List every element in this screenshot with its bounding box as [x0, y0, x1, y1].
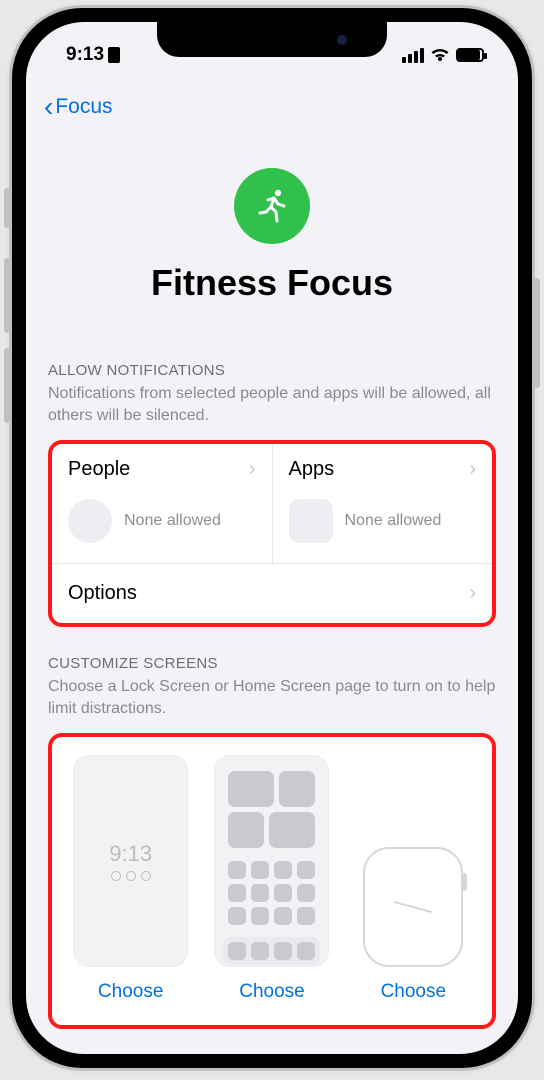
- lock-screen-thumbnail[interactable]: 9:13: [73, 755, 188, 967]
- watch-column: Choose: [347, 755, 480, 1003]
- people-label: People: [68, 458, 130, 481]
- lock-screen-column: 9:13 Choose: [64, 755, 197, 1003]
- cellular-signal-icon: [402, 48, 424, 63]
- people-cell[interactable]: People › None allowed: [52, 444, 273, 563]
- volume-down-button: [4, 348, 10, 423]
- fitness-icon: [234, 168, 310, 244]
- battery-icon: [456, 48, 484, 62]
- section-header-notifications: ALLOW NOTIFICATIONS: [48, 362, 496, 379]
- hero: Fitness Focus: [26, 123, 518, 334]
- lock-time-preview: 9:13: [109, 841, 152, 867]
- phone-frame: 9:13 ‹ Focus Fitness Focus ALLOW NOTIFIC…: [12, 8, 532, 1068]
- customize-screens-card: 9:13 Choose: [48, 733, 496, 1029]
- watch-crown-icon: [461, 873, 467, 891]
- status-time: 9:13: [66, 44, 104, 66]
- section-header-customize: CUSTOMIZE SCREENS: [48, 655, 496, 672]
- chevron-right-icon: ›: [249, 458, 256, 481]
- section-description-customize: Choose a Lock Screen or Home Screen page…: [48, 676, 496, 719]
- options-label: Options: [68, 582, 137, 605]
- back-button[interactable]: Focus: [55, 95, 112, 119]
- volume-up-button: [4, 258, 10, 333]
- notch: [157, 22, 387, 57]
- nav-bar: ‹ Focus: [26, 66, 518, 123]
- wifi-icon: [430, 47, 450, 63]
- people-status: None allowed: [124, 512, 221, 530]
- home-screen-thumbnail[interactable]: [214, 755, 329, 967]
- lock-widget-dots: [111, 871, 151, 881]
- apps-label: Apps: [289, 458, 335, 481]
- camera-dot: [337, 35, 347, 45]
- chevron-right-icon: ›: [469, 458, 476, 481]
- side-button: [4, 188, 10, 228]
- screen: 9:13 ‹ Focus Fitness Focus ALLOW NOTIFIC…: [26, 22, 518, 1054]
- section-description-notifications: Notifications from selected people and a…: [48, 383, 496, 426]
- person-placeholder-icon: [68, 499, 112, 543]
- watch-face-thumbnail[interactable]: [363, 847, 463, 967]
- apps-cell[interactable]: Apps › None allowed: [273, 444, 493, 563]
- options-cell[interactable]: Options ›: [52, 563, 492, 623]
- id-card-icon: [108, 47, 120, 63]
- app-placeholder-icon: [289, 499, 333, 543]
- chevron-left-icon[interactable]: ‹: [44, 91, 53, 123]
- choose-lock-screen-button[interactable]: Choose: [98, 981, 164, 1003]
- chevron-right-icon: ›: [469, 582, 476, 605]
- home-screen-column: Choose: [205, 755, 338, 1003]
- notifications-card: People › None allowed Apps ›: [48, 440, 496, 627]
- power-button: [534, 278, 540, 388]
- choose-home-screen-button[interactable]: Choose: [239, 981, 305, 1003]
- app-grid-preview: [228, 861, 315, 925]
- page-title: Fitness Focus: [26, 262, 518, 304]
- apps-status: None allowed: [345, 512, 442, 530]
- choose-watch-face-button[interactable]: Choose: [381, 981, 447, 1003]
